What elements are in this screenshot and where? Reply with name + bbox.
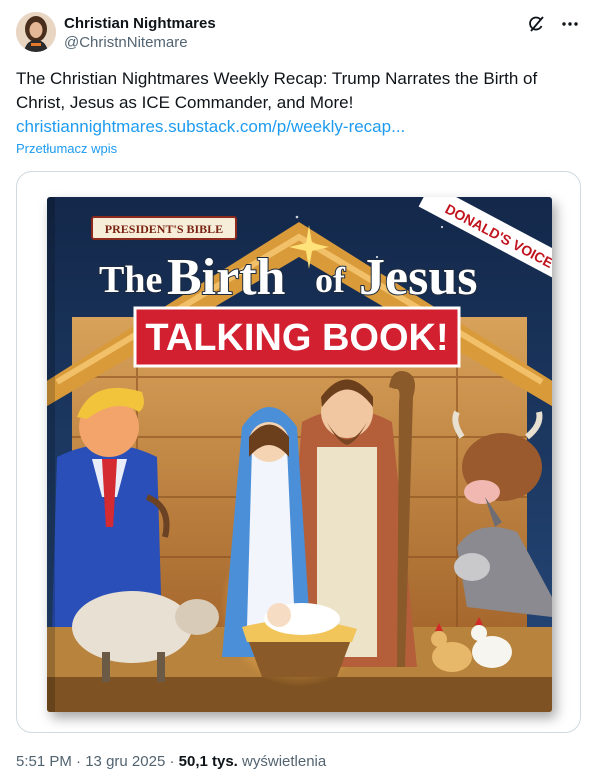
media-card[interactable]: PRESIDENT'S BIBLE DONALD'S VOICE The Bir…: [16, 171, 581, 733]
tweet-text: The Christian Nightmares Weekly Recap: T…: [16, 69, 538, 112]
author-handle[interactable]: @ChristnNitemare: [64, 33, 188, 53]
tweet-body: The Christian Nightmares Weekly Recap: T…: [16, 67, 576, 139]
views-label: wyświetlenia: [242, 753, 327, 770]
meta-separator: ·: [76, 753, 82, 770]
title-of: of: [315, 260, 346, 300]
title-the: The: [99, 259, 162, 301]
tweet-time[interactable]: 5:51 PM: [16, 753, 72, 770]
avatar[interactable]: [16, 12, 56, 52]
title-jesus: Jesus: [359, 249, 477, 306]
views-count[interactable]: 50,1 tys.: [179, 753, 238, 770]
tweet-date[interactable]: 13 gru 2025: [85, 753, 165, 770]
meta-separator: ·: [169, 753, 175, 770]
series-banner-text: PRESIDENT'S BIBLE: [105, 222, 223, 236]
more-icon[interactable]: [558, 12, 582, 36]
author-name[interactable]: Christian Nightmares: [64, 14, 216, 34]
grok-icon[interactable]: [524, 12, 548, 36]
translate-button[interactable]: Przetłumacz wpis: [16, 141, 117, 157]
tweet-header: Christian Nightmares @ChristnNitemare: [16, 12, 582, 56]
tweet-link[interactable]: christiannightmares.substack.com/p/weekl…: [16, 115, 576, 139]
subtitle-banner-text: TALKING BOOK!: [145, 317, 448, 359]
title-birth: Birth: [167, 249, 286, 306]
tweet-meta: 5:51 PM · 13 gru 2025 · 50,1 tys. wyświe…: [16, 753, 326, 771]
book-cover-image: PRESIDENT'S BIBLE DONALD'S VOICE The Bir…: [47, 197, 552, 712]
